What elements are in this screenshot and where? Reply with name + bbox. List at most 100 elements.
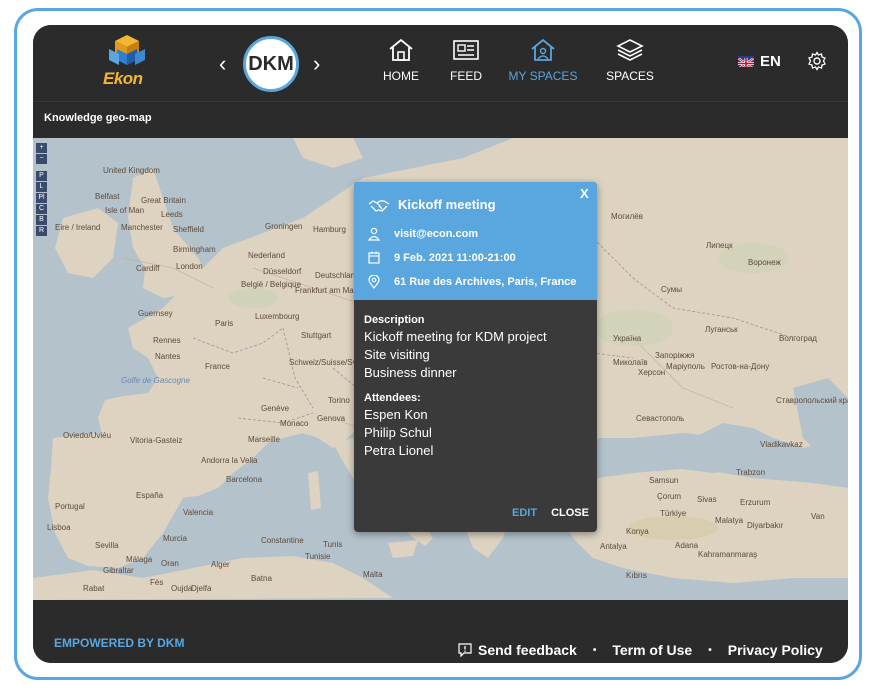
zoom-out-button[interactable]: −	[36, 154, 47, 164]
space-badge[interactable]: DKM	[243, 36, 299, 92]
footer-links: Send feedback • Term of Use • Privacy Po…	[458, 642, 823, 658]
map-label: Samsun	[649, 476, 679, 485]
event-popup-body: Description Kickoff meeting for KDM proj…	[364, 314, 547, 460]
map-label: Andorra la Vella	[201, 456, 258, 465]
map-label: Запоріжжя	[655, 351, 695, 360]
map-label: France	[205, 362, 230, 371]
close-button[interactable]: CLOSE	[551, 507, 589, 519]
map-label: Eire / Ireland	[55, 223, 101, 232]
map-label: Alger	[211, 560, 230, 569]
map-label: Diyarbakır	[747, 521, 784, 530]
person-icon	[368, 227, 380, 241]
zoom-in-button[interactable]: +	[36, 143, 47, 153]
description-line: Kickoff meeting for KDM project	[364, 329, 547, 344]
map-label: Düsseldorf	[263, 267, 302, 276]
language-label: EN	[760, 53, 781, 70]
nav-my-spaces[interactable]: MY SPACES	[508, 37, 578, 83]
send-feedback-link[interactable]: Send feedback	[458, 642, 577, 658]
map-label: Cardiff	[136, 264, 160, 273]
event-email: visit@econ.com	[394, 228, 479, 240]
settings-button[interactable]	[807, 51, 827, 76]
map-controls: + − P L Pl C B R	[36, 143, 48, 237]
map-label: Guernsey	[138, 309, 173, 318]
top-header: Ekon ‹ DKM › HOME FEED MY SPACES SPACES …	[33, 25, 848, 101]
map-label: Leeds	[161, 210, 183, 219]
popup-close-x-button[interactable]: X	[580, 186, 589, 201]
next-space-arrow[interactable]: ›	[313, 51, 320, 77]
map-label: Україна	[613, 334, 642, 343]
map-label: Çorum	[657, 492, 682, 501]
map-label: Golfe de Gascogne	[121, 376, 190, 385]
map-label: Севастополь	[636, 414, 685, 423]
map-label: Tunis	[323, 540, 343, 549]
nav-spaces[interactable]: SPACES	[595, 37, 665, 83]
map-label: Липецк	[706, 241, 733, 250]
privacy-link[interactable]: Privacy Policy	[728, 642, 823, 658]
map-label: Ростов-на-Дону	[711, 362, 770, 371]
nav-my-spaces-label: MY SPACES	[508, 69, 578, 83]
map-label: Могилёв	[611, 212, 643, 221]
empowered-by-link[interactable]: EMPOWERED BY DKM	[54, 636, 184, 650]
nav-home[interactable]: HOME	[366, 37, 436, 83]
map-label: Rennes	[153, 336, 181, 345]
map-label: Fès	[150, 578, 164, 587]
event-datetime-row: 9 Feb. 2021 11:00-21:00	[368, 251, 516, 264]
nav-feed[interactable]: FEED	[431, 37, 501, 83]
map-label: Миколаїв	[613, 358, 648, 367]
map-label: Groningen	[265, 222, 303, 231]
map-label: Birmingham	[173, 245, 216, 254]
map-label: Marseille	[248, 435, 281, 444]
nav-home-label: HOME	[383, 69, 419, 83]
map-label: Oviedo/Uviéu	[63, 431, 112, 440]
geo-map[interactable]: + − P L Pl C B R United Kingdom Belfast …	[33, 138, 848, 600]
feedback-icon	[458, 643, 472, 657]
map-label: Trabzon	[736, 468, 766, 477]
map-label: Paris	[215, 319, 234, 328]
attendee-item: Espen Kon	[364, 407, 428, 422]
map-label: Torino	[328, 396, 350, 405]
map-label: Malatya	[715, 516, 744, 525]
handshake-icon	[368, 200, 390, 212]
map-tool-l[interactable]: L	[36, 182, 47, 192]
language-selector[interactable]: EN	[738, 53, 781, 70]
map-label: Kahramanmaraş	[698, 550, 758, 559]
map-label: Воронеж	[748, 258, 781, 267]
map-label: Konya	[626, 527, 649, 536]
map-label: Маріуполь	[666, 362, 705, 371]
map-label: Constantine	[261, 536, 304, 545]
map-label: Barcelona	[226, 475, 263, 484]
logo-text: Ekon	[103, 69, 143, 88]
calendar-icon	[368, 251, 380, 264]
map-tool-pl[interactable]: Pl	[36, 193, 47, 203]
map-tool-p[interactable]: P	[36, 171, 47, 181]
map-label: Nederland	[248, 251, 285, 260]
map-label: Belfast	[95, 192, 120, 201]
map-label: Vladikavkaz	[760, 440, 803, 449]
map-label: Genève	[261, 404, 290, 413]
nav-feed-label: FEED	[449, 69, 482, 83]
attendee-item: Philip Schul	[364, 425, 432, 440]
map-label: Van	[811, 512, 825, 521]
map-label: Isle of Man	[105, 206, 145, 215]
nav-spaces-label: SPACES	[606, 69, 654, 83]
map-label: België / Belgique	[241, 280, 302, 289]
map-tool-b[interactable]: B	[36, 215, 47, 225]
separator: •	[708, 644, 712, 656]
map-label: Oran	[161, 559, 179, 568]
cube-logo-icon	[109, 35, 145, 65]
home-icon	[389, 38, 413, 61]
prev-space-arrow[interactable]: ‹	[219, 51, 226, 77]
attendees-heading: Attendees:	[364, 392, 421, 404]
map-label: Deutschland	[315, 271, 360, 280]
description-heading: Description	[364, 314, 425, 326]
map-label: Sevilla	[95, 541, 119, 550]
edit-button[interactable]: EDIT	[512, 507, 537, 519]
map-tool-c[interactable]: C	[36, 204, 47, 214]
map-label: United Kingdom	[103, 166, 160, 175]
page-title: Knowledge geo-map	[44, 112, 152, 124]
map-tool-r[interactable]: R	[36, 226, 47, 236]
terms-link[interactable]: Term of Use	[612, 642, 692, 658]
description-line: Business dinner	[364, 365, 457, 380]
map-label: Sivas	[697, 495, 717, 504]
popup-actions: EDIT CLOSE	[512, 507, 589, 519]
